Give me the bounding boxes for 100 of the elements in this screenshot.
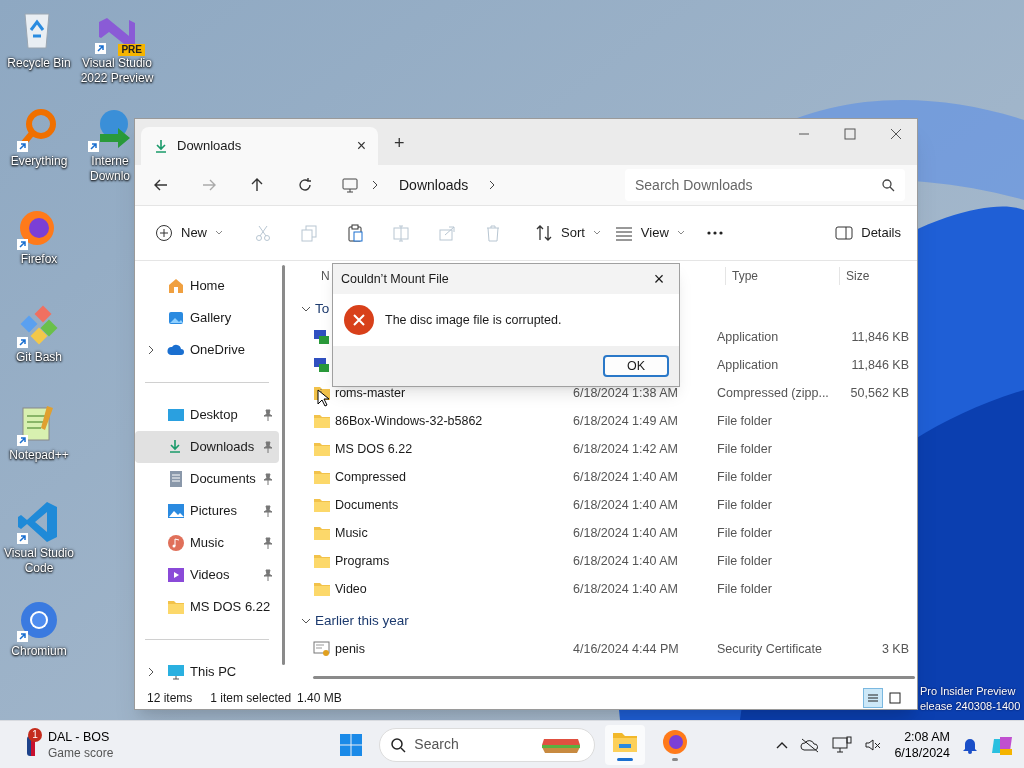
clock-time[interactable]: 2:08 AM xyxy=(904,728,950,745)
sort-icon xyxy=(535,224,553,242)
clipboard-icon xyxy=(346,224,364,242)
file-name[interactable]: Programs xyxy=(335,551,390,571)
chevron-right-icon xyxy=(147,345,155,355)
new-tab-button[interactable]: + xyxy=(394,130,405,157)
ok-button[interactable]: OK xyxy=(603,355,669,377)
column-header[interactable]: Size xyxy=(839,267,917,285)
tiles-view-icon xyxy=(887,690,903,706)
tab-title: Downloads xyxy=(177,137,243,156)
copy-icon xyxy=(300,224,318,242)
search-icon xyxy=(881,178,895,192)
folder-icon xyxy=(167,598,185,616)
cloud-off-icon xyxy=(800,736,821,753)
refresh-icon xyxy=(297,177,313,193)
tab-close-button[interactable]: × xyxy=(356,134,366,158)
chevron-right-icon xyxy=(371,180,379,190)
shortcut-arrow-icon xyxy=(17,631,28,642)
windows-logo-icon xyxy=(339,732,364,757)
dialog-title: Couldn’t Mount File xyxy=(341,270,450,288)
dialog-close-button[interactable]: × xyxy=(647,265,671,293)
maximize-icon xyxy=(841,125,859,143)
widget-subtitle[interactable]: Game score xyxy=(48,744,114,761)
new-button[interactable]: New xyxy=(151,217,227,249)
taskbar-app-button[interactable] xyxy=(605,724,646,765)
sidebar-item[interactable]: Desktop xyxy=(135,399,279,431)
shortcut-arrow-icon xyxy=(17,141,28,152)
file-name[interactable]: 86Box-Windows-32-b5862 xyxy=(335,411,483,431)
sidebar-item-label: Pictures xyxy=(190,502,238,521)
sidebar-item[interactable]: Home xyxy=(135,270,279,302)
music-icon xyxy=(167,534,185,552)
file-name[interactable]: roms-master xyxy=(335,383,406,403)
chevron-right-icon xyxy=(147,667,155,677)
dialog-message: The disc image file is corrupted. xyxy=(385,311,562,329)
shortcut-arrow-icon xyxy=(17,239,28,250)
file-type: File folder xyxy=(717,525,772,540)
chevron-down-icon xyxy=(301,617,311,625)
speaker-muted-icon xyxy=(864,736,883,753)
sidebar-item[interactable]: OneDrive xyxy=(135,334,279,366)
file-size: 50,562 KB xyxy=(850,385,909,400)
file-type: File folder xyxy=(717,441,772,456)
pin-icon xyxy=(263,473,273,485)
pin-icon xyxy=(263,505,273,517)
sidebar-item-label: Documents xyxy=(190,470,257,489)
back-icon xyxy=(153,177,169,193)
clock-date[interactable]: 6/18/2024 xyxy=(894,744,950,761)
file-name[interactable]: Video xyxy=(335,579,367,599)
sidebar-item[interactable]: Videos xyxy=(135,559,279,591)
file-name[interactable]: MS DOS 6.22 xyxy=(335,439,413,459)
search-field[interactable]: Search Downloads xyxy=(625,169,905,201)
sort-button[interactable]: Sort xyxy=(531,217,605,249)
sidebar-item[interactable]: MS DOS 6.22 xyxy=(135,591,279,623)
sidebar-item[interactable]: Music xyxy=(135,527,279,559)
file-date: 6/18/2024 1:40 AM xyxy=(573,497,678,512)
fox-globe-icon xyxy=(661,728,690,756)
share-icon xyxy=(438,224,456,242)
file-type: File folder xyxy=(717,553,772,568)
caret-icon xyxy=(592,230,601,236)
file-date: 4/16/2024 4:44 PM xyxy=(573,641,679,656)
sidebar-item[interactable]: Gallery xyxy=(135,302,279,334)
file-type: Compressed (zipp... xyxy=(717,385,829,400)
caret-icon xyxy=(676,230,685,236)
folder-tab[interactable]: Downloads × xyxy=(141,127,378,165)
shortcut-arrow-icon xyxy=(17,337,28,348)
sidebar-item[interactable]: This PC xyxy=(135,656,279,688)
sidebar-item-label: Music xyxy=(190,534,225,553)
video-icon xyxy=(167,566,185,584)
sidebar-item-label: MS DOS 6.22 xyxy=(190,598,272,617)
shortcut-arrow-icon xyxy=(17,533,28,544)
sidebar-item[interactable]: Downloads xyxy=(135,431,279,463)
breadcrumb-link[interactable]: Downloads xyxy=(399,174,469,196)
horizontal-scrollbar[interactable] xyxy=(313,676,915,679)
forward-icon xyxy=(201,177,217,193)
file-name[interactable]: Compressed xyxy=(335,467,406,487)
sidebar-item-label: This PC xyxy=(190,663,238,682)
search-icon xyxy=(390,736,407,753)
group-header[interactable]: To xyxy=(315,298,330,320)
details-pane-button[interactable]: Details xyxy=(835,217,901,249)
list-lines-button[interactable]: View xyxy=(610,217,689,249)
details-view-button[interactable] xyxy=(863,688,883,708)
sidebar-item[interactable]: Documents xyxy=(135,463,279,495)
file-name[interactable]: penis xyxy=(335,639,365,659)
more-icon xyxy=(706,231,723,235)
file-date: 6/18/2024 1:49 AM xyxy=(573,413,678,428)
file-name[interactable]: Documents xyxy=(335,495,399,515)
file-size: 11,846 KB xyxy=(851,329,909,344)
column-header[interactable]: Type xyxy=(725,267,839,285)
folder-icon xyxy=(313,440,331,458)
error-icon xyxy=(343,304,375,336)
file-date: 6/18/2024 1:40 AM xyxy=(573,553,678,568)
taskbar-search-field[interactable]: Search xyxy=(379,727,596,762)
certificate-icon xyxy=(313,640,331,658)
widget-title[interactable]: DAL - BOS xyxy=(48,728,114,745)
shortcut-arrow-icon xyxy=(88,141,99,152)
file-name[interactable]: Music xyxy=(335,523,368,543)
sidebar-item[interactable]: Pictures xyxy=(135,495,279,527)
folder-icon xyxy=(313,468,331,486)
sidebar-item-label: Desktop xyxy=(190,406,239,425)
group-header[interactable]: Earlier this year xyxy=(315,610,409,632)
shortcut-arrow-icon xyxy=(17,435,28,446)
